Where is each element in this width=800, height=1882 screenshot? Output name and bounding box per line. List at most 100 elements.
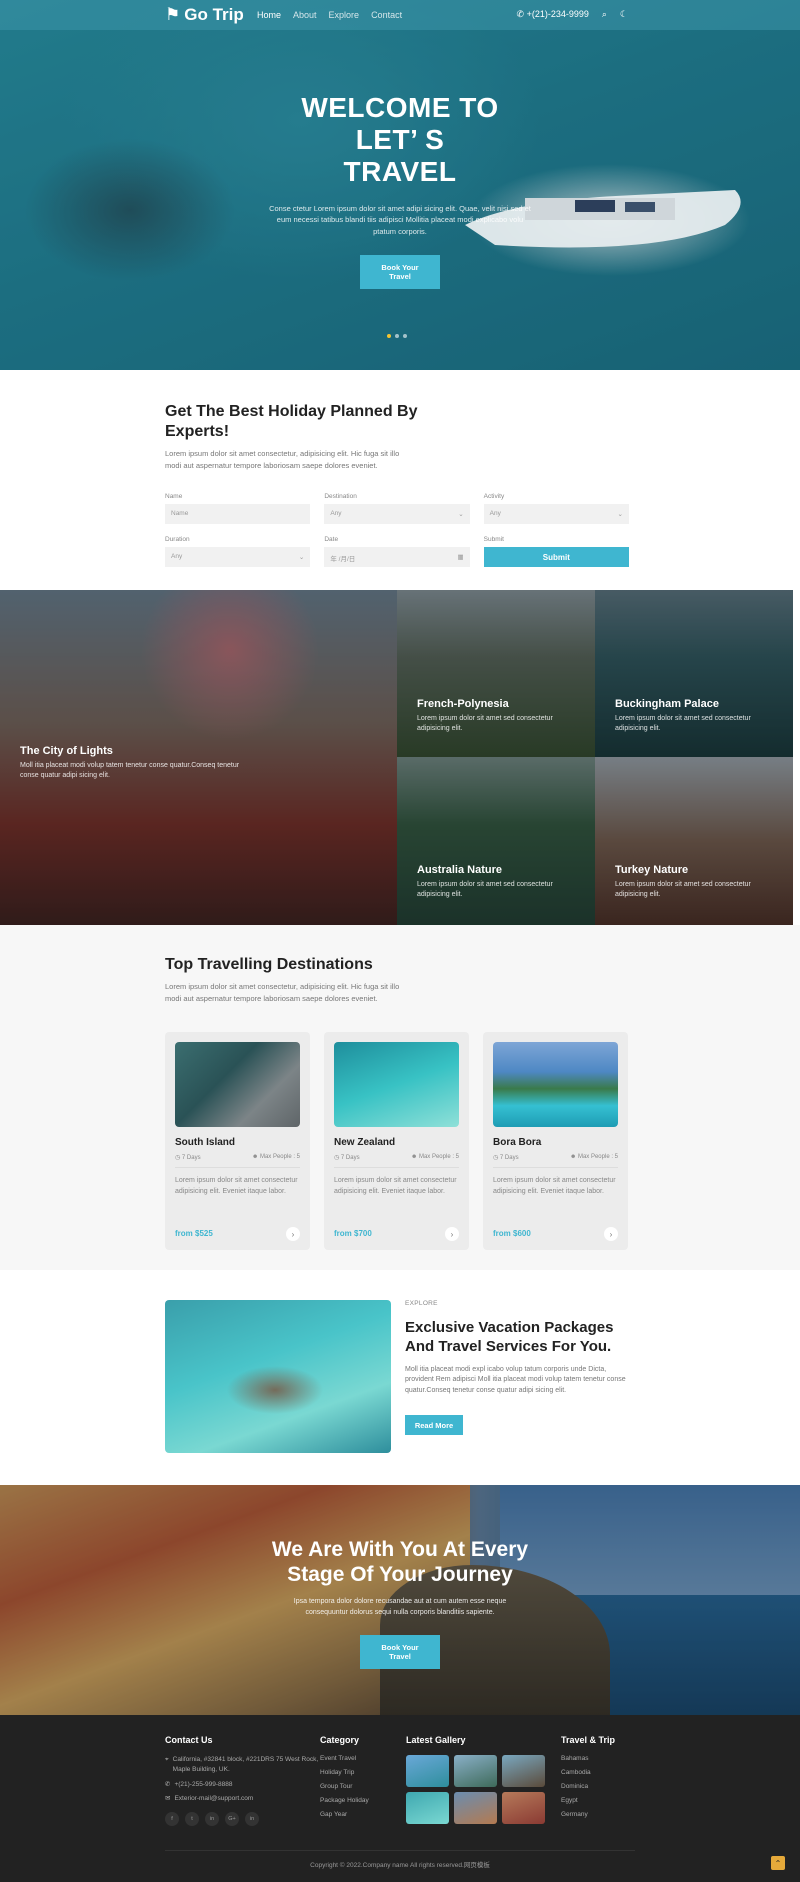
category-link[interactable]: Holiday Trip — [320, 1769, 406, 1776]
duration-value: Any — [171, 553, 183, 561]
copyright: Copyright © 2022.Company name All rights… — [165, 1850, 635, 1869]
gallery-thumb[interactable] — [502, 1792, 545, 1824]
hero-section: ⚑ Go Trip Home About Explore Contact ✆ +… — [0, 0, 800, 370]
card-days-text: 7 Days — [181, 1155, 201, 1162]
linkedin-icon[interactable]: in — [245, 1812, 259, 1826]
hero-content: WELCOME TO LET’ S TRAVEL Conse ctetur Lo… — [0, 92, 800, 290]
card-price: from $700 — [334, 1229, 372, 1239]
tile-info: The City of Lights Moll itia placeat mod… — [20, 745, 250, 781]
activity-label: Activity — [483, 493, 505, 501]
destination-card[interactable]: Bora Bora ◷ 7 Days ☻ Max People : 5 Lore… — [483, 1032, 628, 1251]
slider-dot[interactable] — [403, 334, 407, 338]
logo[interactable]: ⚑ Go Trip — [165, 5, 244, 25]
booking-subtitle: Lorem ipsum dolor sit amet consectetur, … — [165, 449, 400, 470]
exclusive-title: Exclusive Vacation Packages And Travel S… — [405, 1319, 614, 1355]
chevron-right-icon[interactable]: › — [604, 1227, 618, 1242]
card-people-text: Max People : 5 — [418, 1154, 459, 1161]
tour-tile-buckingham-palace[interactable]: Buckingham Palace Lorem ipsum dolor sit … — [595, 590, 793, 757]
back-to-top-icon[interactable]: ⌃ — [771, 1856, 785, 1870]
book-travel-button[interactable]: Book Your Travel — [360, 1635, 440, 1670]
card-image[interactable] — [334, 1042, 459, 1128]
category-link[interactable]: Group Tour — [320, 1783, 406, 1790]
nav-link-home[interactable]: Home — [257, 10, 281, 20]
destination-value: Any — [330, 510, 342, 518]
card-title[interactable]: Bora Bora — [493, 1137, 618, 1148]
social-links: f t in G+ in — [165, 1812, 320, 1826]
name-field-group: Name Name — [165, 493, 311, 525]
journey-title: We Are With You At Every Stage Of Your J… — [271, 1538, 529, 1587]
destination-select[interactable]: Any ⌄ — [324, 504, 470, 525]
card-people-text: Max People : 5 — [259, 1154, 300, 1161]
activity-value: Any — [489, 510, 501, 518]
card-people: ☻ Max People : 5 — [411, 1154, 459, 1161]
card-days: ◷ 7 Days — [493, 1154, 519, 1161]
facebook-icon[interactable]: f — [165, 1812, 179, 1826]
tour-tile-french-polynesia[interactable]: French-Polynesia Lorem ipsum dolor sit a… — [397, 590, 595, 757]
nav-link-explore[interactable]: Explore — [329, 10, 360, 20]
footer-travel: Travel & Trip Bahamas Cambodia Dominica … — [561, 1735, 631, 1826]
travel-link[interactable]: Dominica — [561, 1783, 631, 1790]
travel-link[interactable]: Cambodia — [561, 1769, 631, 1776]
footer-phone[interactable]: ✆ +(21)-255-999-8888 — [165, 1780, 320, 1790]
tile-text: Moll itia placeat modi volup tatem tenet… — [20, 762, 240, 779]
card-image[interactable] — [175, 1042, 300, 1128]
card-meta: ◷ 7 Days ☻ Max People : 5 — [493, 1154, 618, 1169]
card-meta: ◷ 7 Days ☻ Max People : 5 — [334, 1154, 459, 1169]
destination-card[interactable]: South Island ◷ 7 Days ☻ Max People : 5 L… — [165, 1032, 310, 1251]
chevron-right-icon[interactable]: › — [445, 1227, 459, 1242]
gallery-grid — [406, 1755, 561, 1824]
nav-link-about[interactable]: About — [293, 10, 317, 20]
travel-link[interactable]: Germany — [561, 1811, 631, 1818]
chevron-down-icon: ⌄ — [298, 554, 305, 562]
nav-phone[interactable]: ✆ +(21)-234-9999 — [517, 9, 589, 20]
clock-icon: ◷ — [175, 1155, 181, 1162]
footer-email[interactable]: ✉ Exterior-mail@support.com — [165, 1794, 320, 1804]
clock-icon: ◷ — [334, 1155, 340, 1162]
duration-field-group: Duration Any ⌄ — [165, 536, 311, 568]
travel-link[interactable]: Egypt — [561, 1797, 631, 1804]
category-link[interactable]: Gap Year — [320, 1811, 406, 1818]
slider-dot[interactable] — [387, 334, 391, 338]
card-title[interactable]: South Island — [175, 1137, 300, 1148]
tour-tile-city-of-lights[interactable]: The City of Lights Moll itia placeat mod… — [0, 590, 397, 925]
nav-phone-number: +(21)-234-9999 — [526, 9, 589, 19]
slider-dot[interactable] — [395, 334, 399, 338]
card-price: from $525 — [175, 1229, 213, 1239]
card-people: ☻ Max People : 5 — [570, 1154, 618, 1161]
gallery-thumb[interactable] — [406, 1792, 449, 1824]
name-input[interactable]: Name — [165, 504, 311, 525]
dark-mode-icon[interactable]: ☾ — [620, 9, 628, 20]
tile-title: Buckingham Palace — [615, 698, 719, 710]
search-icon[interactable]: ⌕ — [602, 9, 607, 20]
date-input[interactable]: 年 /月/日 ▦ — [324, 547, 470, 568]
submit-button[interactable]: Submit — [483, 547, 629, 568]
hero-title: WELCOME TO LET’ S TRAVEL — [301, 92, 499, 188]
destination-card[interactable]: New Zealand ◷ 7 Days ☻ Max People : 5 Lo… — [324, 1032, 469, 1251]
travel-list: Bahamas Cambodia Dominica Egypt Germany — [561, 1755, 631, 1818]
card-image[interactable] — [493, 1042, 618, 1128]
footer-phone-text: +(21)-255-999-8888 — [174, 1780, 233, 1788]
book-travel-button[interactable]: Book Your Travel — [360, 255, 440, 290]
tour-tile-turkey-nature[interactable]: Turkey Nature Lorem ipsum dolor sit amet… — [595, 757, 793, 925]
card-title[interactable]: New Zealand — [334, 1137, 459, 1148]
duration-select[interactable]: Any ⌄ — [165, 547, 311, 568]
activity-select[interactable]: Any ⌄ — [483, 504, 629, 525]
twitter-icon[interactable]: t — [185, 1812, 199, 1826]
tour-tile-australia-nature[interactable]: Australia Nature Lorem ipsum dolor sit a… — [397, 757, 595, 925]
gallery-thumb[interactable] — [406, 1755, 449, 1787]
travel-link[interactable]: Bahamas — [561, 1755, 631, 1762]
read-more-button[interactable]: Read More — [405, 1415, 463, 1436]
gallery-thumb[interactable] — [454, 1755, 497, 1787]
users-icon: ☻ — [251, 1154, 259, 1161]
nav-link-contact[interactable]: Contact — [371, 10, 402, 20]
google-plus-icon[interactable]: G+ — [225, 1812, 239, 1826]
category-link[interactable]: Event Travel — [320, 1755, 406, 1762]
map-pin-icon: ⌖ — [165, 1756, 169, 1763]
footer-travel-title: Travel & Trip — [561, 1735, 616, 1745]
gallery-thumb[interactable] — [454, 1792, 497, 1824]
instagram-icon[interactable]: in — [205, 1812, 219, 1826]
category-link[interactable]: Package Holiday — [320, 1797, 406, 1804]
chevron-right-icon[interactable]: › — [286, 1227, 300, 1242]
gallery-thumb[interactable] — [502, 1755, 545, 1787]
tile-title: French-Polynesia — [417, 698, 509, 710]
